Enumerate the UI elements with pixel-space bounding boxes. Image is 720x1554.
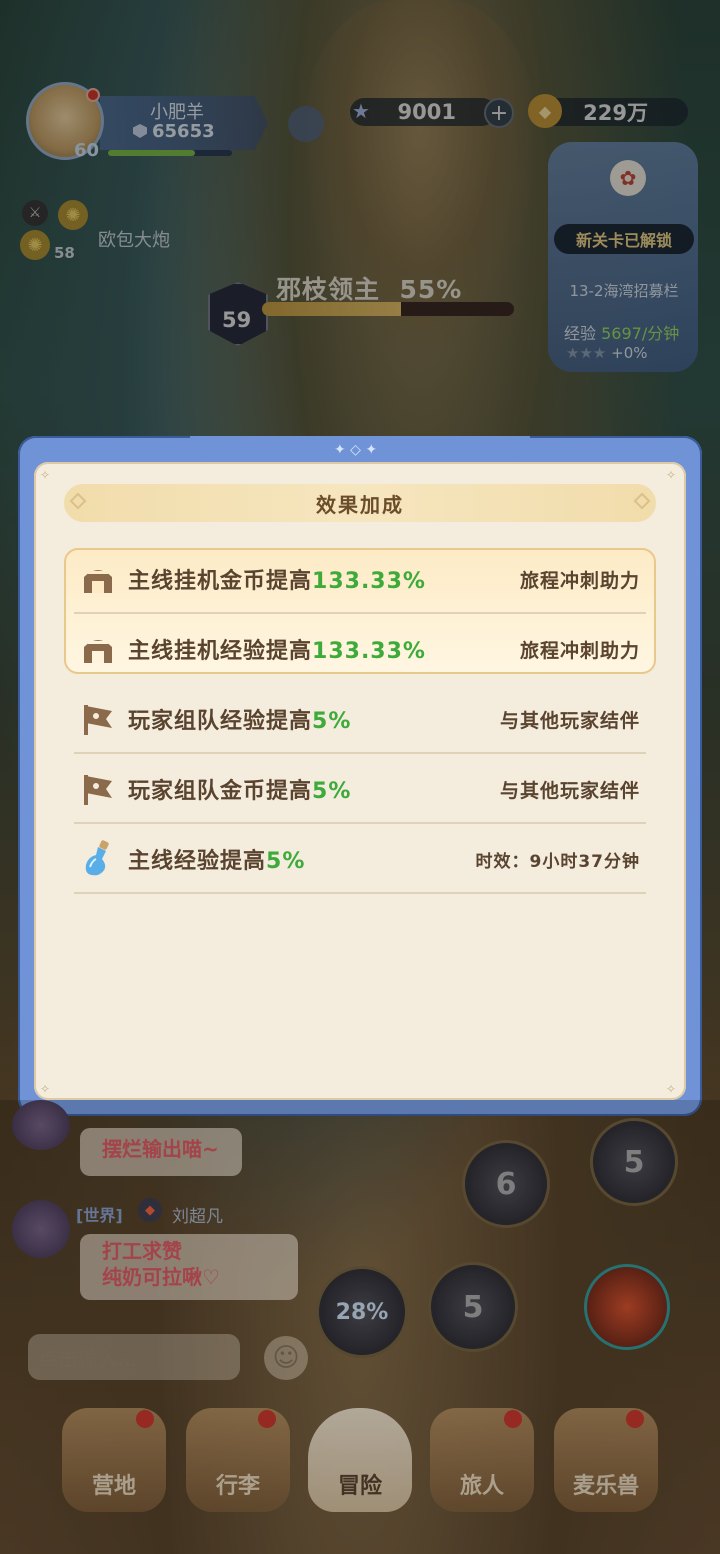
effect-label: 主线经验提高 <box>128 849 267 874</box>
potion-icon <box>78 839 118 879</box>
notification-dot <box>258 1410 276 1428</box>
effect-source: 时效：9小时37分钟 <box>475 851 640 872</box>
effect-percent: 133.33% <box>312 639 426 664</box>
team-flag-icon <box>78 699 118 739</box>
effect-description: 玩家组队经验提高5% <box>128 703 351 735</box>
user-badge-icon: ◆ <box>138 1198 162 1222</box>
chat-username: 刘超凡 <box>172 1207 223 1227</box>
effect-row: 主线挂机金币提高133.33% 旅程冲刺助力 <box>74 544 646 614</box>
fire-skill-icon[interactable] <box>584 1264 670 1350</box>
row-divider <box>74 892 646 894</box>
notification-dot <box>504 1410 522 1428</box>
chat-input[interactable]: 点击输入... <box>28 1334 240 1380</box>
chat-message: 打工求赞 纯奶可拉啾♡ <box>80 1234 298 1300</box>
effect-label: 主线挂机经验提高 <box>128 639 313 664</box>
corner-ornament-icon: ✧ <box>666 1082 677 1096</box>
corner-ornament-icon: ✧ <box>40 468 51 482</box>
corner-ornament-icon: ✧ <box>666 468 677 482</box>
effect-row: 玩家组队金币提高5% 与其他玩家结伴 <box>74 754 646 824</box>
camp-gate-icon <box>78 629 118 669</box>
skill-slot[interactable]: 5 <box>590 1118 678 1206</box>
effect-source: 与其他玩家结伴 <box>499 779 640 802</box>
skill-slot[interactable]: 28% <box>316 1266 408 1358</box>
effect-description: 主线经验提高5% <box>128 843 305 875</box>
effect-description: 主线挂机经验提高133.33% <box>128 633 426 665</box>
effect-source: 旅程冲刺助力 <box>519 639 640 662</box>
effect-description: 玩家组队金币提高5% <box>128 773 351 805</box>
effect-percent: 5% <box>312 709 352 734</box>
modal-title: 效果加成 <box>64 484 656 522</box>
effect-percent: 133.33% <box>312 569 426 594</box>
corner-ornament-icon: ✧ <box>40 1082 51 1096</box>
effect-percent: 5% <box>266 849 306 874</box>
notification-dot <box>626 1410 644 1428</box>
skill-slot[interactable]: 6 <box>462 1140 550 1228</box>
chat-avatar[interactable] <box>12 1100 70 1150</box>
frame-ornament-icon: ✦ ◇ ✦ <box>334 442 378 458</box>
camp-gate-icon <box>78 559 118 599</box>
effect-source: 与其他玩家结伴 <box>499 709 640 732</box>
chat-message-line: 打工求赞 <box>102 1239 182 1263</box>
notification-dot <box>136 1410 154 1428</box>
effect-description: 主线挂机金币提高133.33% <box>128 563 426 595</box>
world-channel-tag: [世界] <box>76 1206 123 1225</box>
emoji-button[interactable]: ☺ <box>264 1336 308 1380</box>
effect-source: 旅程冲刺助力 <box>519 569 640 592</box>
effect-label: 主线挂机金币提高 <box>128 569 313 594</box>
chat-message: 摆烂输出喵~ <box>80 1128 242 1176</box>
effect-row: 主线经验提高5% 时效：9小时37分钟 <box>74 824 646 894</box>
team-flag-icon <box>78 769 118 809</box>
nav-adventure[interactable]: 冒险 <box>308 1408 412 1512</box>
effect-row: 主线挂机经验提高133.33% 旅程冲刺助力 <box>74 614 646 684</box>
effect-percent: 5% <box>312 779 352 804</box>
effect-row: 玩家组队经验提高5% 与其他玩家结伴 <box>74 684 646 754</box>
chat-message-line: 纯奶可拉啾♡ <box>102 1265 220 1289</box>
chat-avatar[interactable] <box>12 1200 70 1258</box>
effect-label: 玩家组队经验提高 <box>128 709 313 734</box>
effect-label: 玩家组队金币提高 <box>128 779 313 804</box>
skill-slot[interactable]: 5 <box>428 1262 518 1352</box>
